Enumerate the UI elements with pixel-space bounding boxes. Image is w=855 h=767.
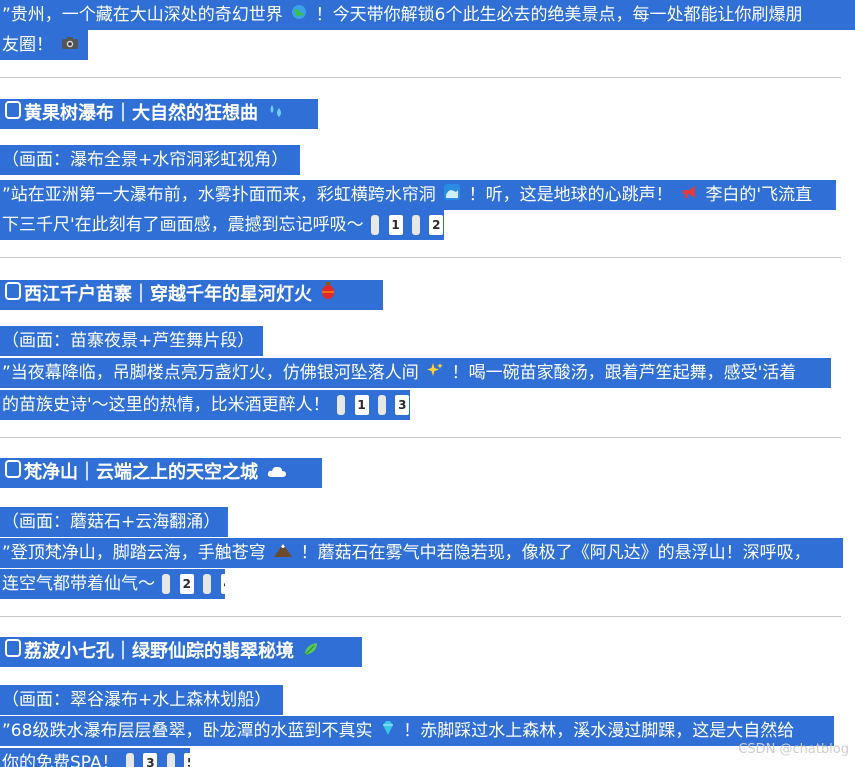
quote-text: ”登顶梵净山，脚踏云海，手触苍穹 <box>2 543 266 563</box>
quote-text: 你的免费SPA！ <box>2 753 119 767</box>
quote-text: ”站在亚洲第一大瀑布前，水雾扑面而来，彩虹横跨水帘洞 <box>2 185 436 205</box>
spot-title-2: 西江千户苗寨｜穿越千年的星河灯火 <box>0 280 383 310</box>
spot-title-3: 梵净山｜云端之上的天空之城 <box>0 458 322 488</box>
divider <box>0 616 841 617</box>
spot-title-4: 荔波小七孔｜绿野仙踪的翡翠秘境 <box>0 637 362 667</box>
keycap-2-icon <box>5 280 21 310</box>
reference-number: 3 <box>395 395 410 415</box>
megaphone-icon <box>681 180 697 210</box>
spot-scene-3: （画面：蘑菇石+云海翻涌） <box>0 507 228 537</box>
spot-title-text: 梵净山｜云端之上的天空之城 <box>24 462 258 483</box>
spot-quote-1-line-1: ”站在亚洲第一大瀑布前，水雾扑面而来，彩虹横跨水帘洞 ！听，这是地球的心跳声！ … <box>0 180 836 210</box>
quote-text: ！蘑菇石在雾气中若隐若现，像极了《阿凡达》的悬浮山！深呼吸， <box>300 543 811 563</box>
quote-text: ！听，这是地球的心跳声！ <box>468 185 673 205</box>
reference-number: 1 <box>354 395 369 415</box>
lantern-icon <box>321 280 335 310</box>
scene-text: （画面：翠谷瀑布+水上森林划船） <box>2 690 272 710</box>
spot-quote-3-line-2: 连空气都带着仙气～ 2 4 ” <box>0 569 225 599</box>
placeholder-mark <box>411 215 420 235</box>
spot-quote-1-line-2: 下三千尺'在此刻有了画面感，震撼到忘记呼吸～ 1 2 ” <box>0 210 444 240</box>
droplets-icon <box>267 99 285 129</box>
spot-quote-3-line-1: ”登顶梵净山，脚踏云海，手触苍穹 ！蘑菇石在雾气中若隐若现，像极了《阿凡达》的悬… <box>0 538 843 568</box>
quote-text: ”68级跌水瀑布层层叠翠，卧龙潭的水蓝到不真实 <box>2 721 373 741</box>
quote-text: ！赤脚踩过水上森林，溪水漫过脚踝，这是大自然给 <box>403 721 795 741</box>
keycap-1-icon <box>5 99 21 129</box>
placeholder-mark <box>166 753 175 767</box>
quote-text: 下三千尺'在此刻有了画面感，震撼到忘记呼吸～ <box>2 215 364 235</box>
reference-number: 1 <box>388 215 403 235</box>
spot-scene-1: （画面：瀑布全景+水帘洞彩虹视角） <box>0 145 300 175</box>
placeholder-mark <box>371 215 380 235</box>
placeholder-mark <box>377 395 386 415</box>
leaf-icon <box>303 637 319 667</box>
reference-number: 2 <box>429 215 444 235</box>
reference-number: 3 <box>143 753 158 767</box>
spot-scene-4: （画面：翠谷瀑布+水上森林划船） <box>0 685 283 715</box>
keycap-3-icon <box>5 458 21 488</box>
scene-text: （画面：蘑菇石+云海翻涌） <box>2 512 221 532</box>
intro-text-c: 友圈！ <box>2 35 53 55</box>
quote-text: 李白的'飞流直 <box>705 185 813 205</box>
gem-icon <box>381 716 395 746</box>
quote-text: ”当夜幕降临，吊脚楼点亮万盏灯火，仿佛银河坠落人间 <box>2 363 419 383</box>
reference-number: 4 <box>220 574 225 594</box>
reference-number: 5 <box>184 753 190 767</box>
watermark: CSDN @chatblog <box>738 742 849 757</box>
spot-title-1: 黄果树瀑布｜大自然的狂想曲 <box>0 99 318 129</box>
intro-line-1: ”贵州，一个藏在大山深处的奇幻世界 ！今天带你解锁6个此生必去的绝美景点，每一处… <box>0 0 855 30</box>
spot-quote-2-line-1: ”当夜幕降临，吊脚楼点亮万盏灯火，仿佛银河坠落人间 ！喝一碗苗家酸汤，跟着芦笙起… <box>0 358 831 388</box>
placeholder-mark <box>337 395 346 415</box>
placeholder-mark <box>162 574 171 594</box>
spot-quote-4-line-2: 你的免费SPA！ 3 5 ” <box>0 748 190 767</box>
intro-line-2: 友圈！ ” <box>0 30 88 60</box>
spot-title-text: 黄果树瀑布｜大自然的狂想曲 <box>24 103 258 124</box>
spot-scene-2: （画面：苗寨夜景+芦笙舞片段） <box>0 326 263 356</box>
divider <box>0 77 841 78</box>
placeholder-mark <box>126 753 134 767</box>
camera-icon <box>61 30 79 60</box>
quote-text: 连空气都带着仙气～ <box>2 574 155 594</box>
divider <box>0 437 841 438</box>
mountain-icon <box>274 538 293 568</box>
spot-title-text: 荔波小七孔｜绿野仙踪的翡翠秘境 <box>24 641 294 662</box>
scene-text: （画面：瀑布全景+水帘洞彩虹视角） <box>2 150 289 170</box>
spot-quote-4-line-1: ”68级跌水瀑布层层叠翠，卧龙潭的水蓝到不真实 ！赤脚踩过水上森林，溪水漫过脚踝… <box>0 716 834 746</box>
quote-text: 的苗族史诗'～这里的热情，比米酒更醉人！ <box>2 395 330 415</box>
reference-number: 2 <box>179 574 194 594</box>
article-canvas: ”贵州，一个藏在大山深处的奇幻世界 ！今天带你解锁6个此生必去的绝美景点，每一处… <box>0 0 855 767</box>
wave-icon <box>444 180 461 210</box>
globe-icon <box>291 0 307 30</box>
spot-title-text: 西江千户苗寨｜穿越千年的星河灯火 <box>24 284 312 305</box>
placeholder-mark <box>203 574 212 594</box>
keycap-4-icon <box>5 637 21 667</box>
cloud-icon <box>267 458 287 488</box>
intro-text-a: ”贵州，一个藏在大山深处的奇幻世界 <box>2 5 283 25</box>
scene-text: （画面：苗寨夜景+芦笙舞片段） <box>2 331 255 351</box>
quote-text: ！喝一碗苗家酸汤，跟着芦笙起舞，感受'活着 <box>451 363 797 383</box>
sparkles-icon <box>427 358 444 388</box>
divider <box>0 257 841 258</box>
intro-text-b: ！今天带你解锁6个此生必去的绝美景点，每一处都能让你刷爆朋 <box>315 5 803 25</box>
spot-quote-2-line-2: 的苗族史诗'～这里的热情，比米酒更醉人！ 1 3 ” <box>0 390 410 420</box>
